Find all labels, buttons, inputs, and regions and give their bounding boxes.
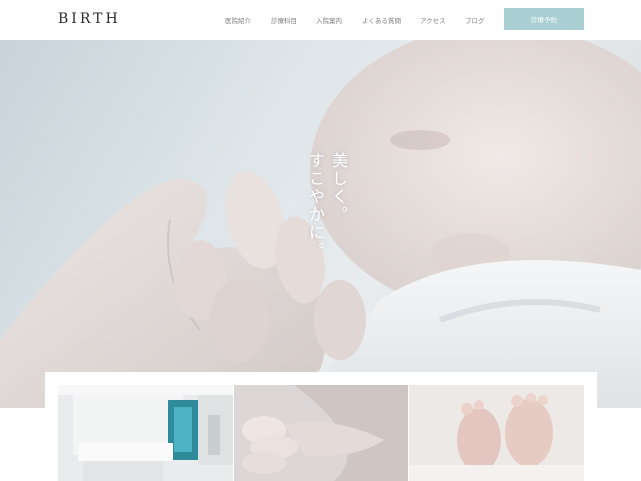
nav-item-departments[interactable]: 診療科目 xyxy=(271,15,297,25)
gallery-image-feet[interactable] xyxy=(409,385,584,481)
gallery-image-clinic[interactable] xyxy=(58,385,233,481)
nav-item-about[interactable]: 医院紹介 xyxy=(225,15,251,25)
gallery-image-hand[interactable] xyxy=(234,385,408,481)
nav-item-admission[interactable]: 入院案内 xyxy=(316,15,342,25)
hero-tagline-line2: すこやかに。 xyxy=(306,152,325,260)
nav-item-blog[interactable]: ブログ xyxy=(465,15,485,25)
baby-feet-photo-icon xyxy=(409,385,584,481)
hero-tagline-line1: 美しく。 xyxy=(329,152,348,224)
hero-image: 美しく。 すこやかに。 xyxy=(0,40,641,408)
nav-item-faq[interactable]: よくある質問 xyxy=(362,15,401,25)
clinic-interior-photo-icon xyxy=(58,385,233,481)
nav-item-access[interactable]: アクセス xyxy=(420,15,446,25)
reserve-button[interactable]: 診療予約 xyxy=(504,8,584,30)
site-header: BIRTH 医院紹介 診療科目 入院案内 よくある質問 アクセス ブログ 診療予… xyxy=(0,0,641,40)
baby-hand-photo-icon xyxy=(234,385,408,481)
